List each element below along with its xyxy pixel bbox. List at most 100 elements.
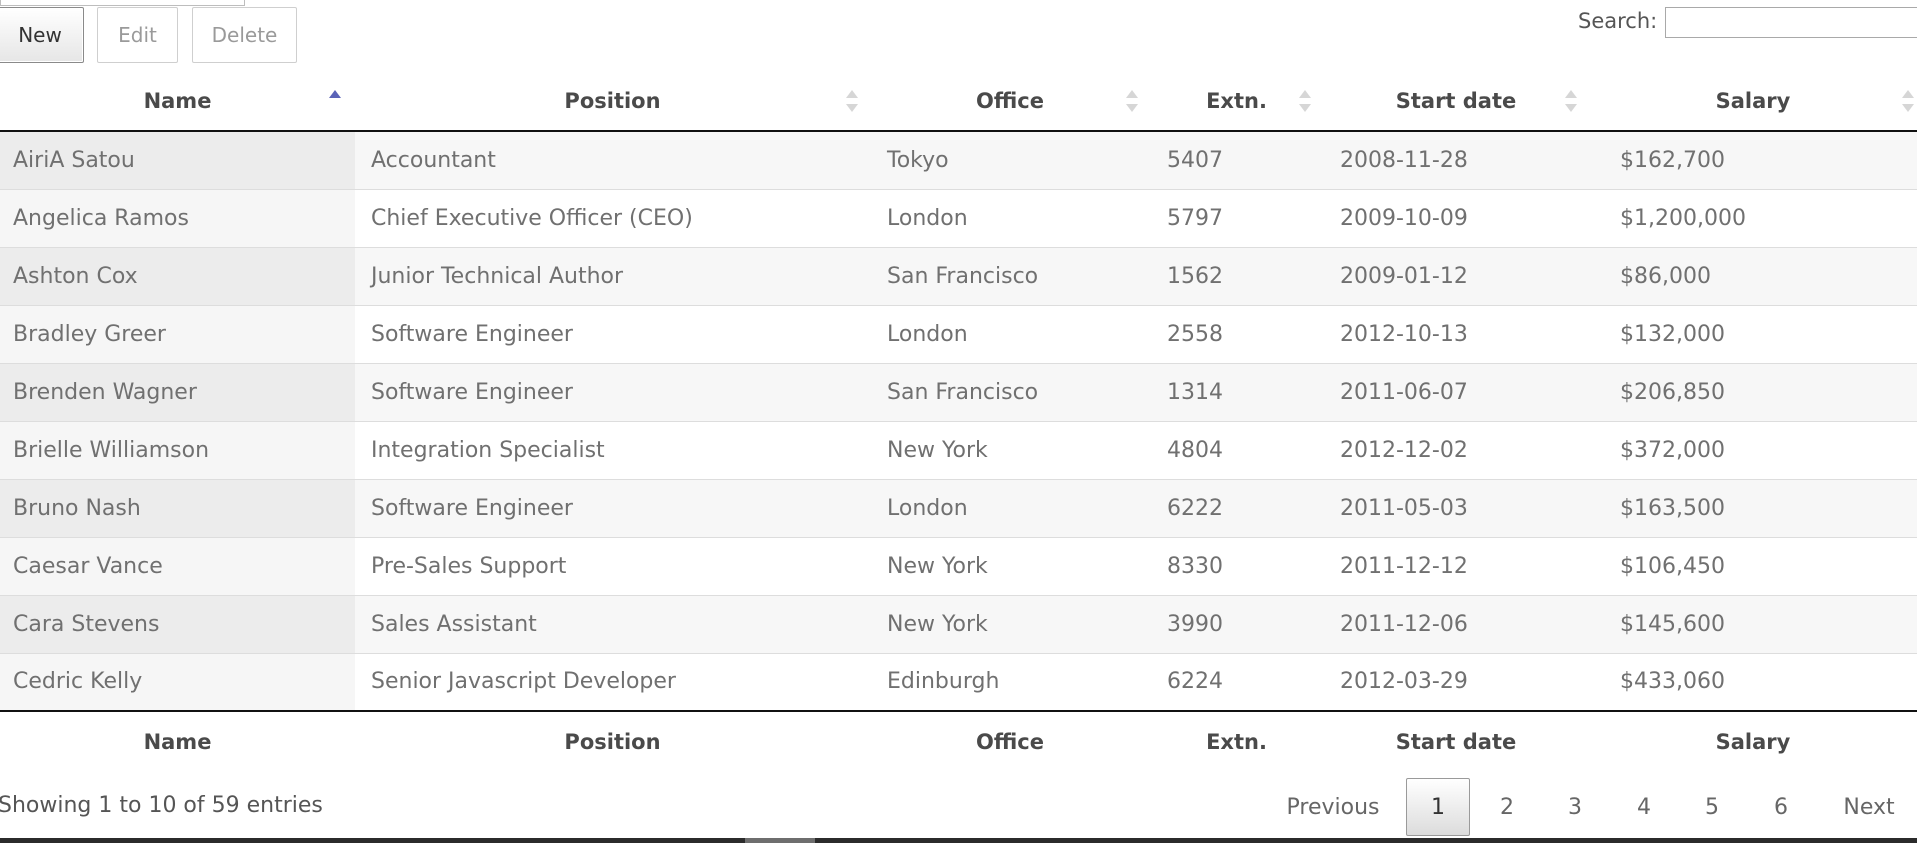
- pagination-page-5[interactable]: 5: [1680, 778, 1744, 836]
- table-row[interactable]: Ashton Cox Junior Technical Author San Fra…: [0, 246, 1917, 305]
- new-button[interactable]: New: [0, 7, 84, 63]
- header-row: Name Position Office Extn. Start date Sa…: [0, 72, 1917, 132]
- cell-start-date: 2012-12-02: [1323, 420, 1589, 479]
- table-body: AiriA Satou Accountant Tokyo 5407 2008-11-28…: [0, 131, 1917, 711]
- column-footer-name: Name: [0, 710, 355, 771]
- column-header-label: Start date: [1395, 89, 1517, 113]
- cell-name: Bruno Nash: [0, 478, 355, 537]
- column-header-office[interactable]: Office: [870, 72, 1150, 132]
- cell-name: Cedric Kelly: [0, 652, 355, 711]
- cell-salary: $145,600: [1589, 594, 1917, 653]
- cell-position: Chief Executive Officer (CEO): [355, 188, 870, 247]
- column-footer-salary: Salary: [1589, 710, 1917, 771]
- table-row[interactable]: AiriA Satou Accountant Tokyo 5407 2008-11-28…: [0, 131, 1917, 189]
- cell-office: New York: [870, 536, 1150, 595]
- cell-office: Edinburgh: [870, 652, 1150, 711]
- cell-extn: 3990: [1150, 594, 1323, 653]
- cell-office: San Francisco: [870, 246, 1150, 305]
- cell-start-date: 2011-12-06: [1323, 594, 1589, 653]
- delete-button[interactable]: Delete: [192, 7, 297, 63]
- cell-position: Software Engineer: [355, 304, 870, 363]
- cell-extn: 5797: [1150, 188, 1323, 247]
- table-row[interactable]: Cara Stevens Sales Assistant New York 3990 2…: [0, 594, 1917, 653]
- table-row[interactable]: Caesar Vance Pre-Sales Support New York 833…: [0, 536, 1917, 595]
- column-footer-extn: Extn.: [1150, 710, 1323, 771]
- table-info-text: Showing 1 to 10 of 59 entries: [0, 793, 323, 818]
- edit-button[interactable]: Edit: [97, 7, 178, 63]
- scrollbar-thumb[interactable]: [745, 838, 815, 843]
- cell-position: Software Engineer: [355, 478, 870, 537]
- pagination-page-2[interactable]: 2: [1475, 778, 1539, 836]
- column-header-label: Name: [143, 89, 212, 113]
- column-header-label: Office: [976, 89, 1044, 113]
- cell-start-date: 2011-12-12: [1323, 536, 1589, 595]
- column-header-label: Salary: [1715, 89, 1791, 113]
- search-label: Search:: [1578, 9, 1658, 33]
- table-row[interactable]: Bruno Nash Software Engineer London 6222 201…: [0, 478, 1917, 537]
- cell-start-date: 2012-03-29: [1323, 652, 1589, 711]
- column-header-position[interactable]: Position: [355, 72, 870, 132]
- cell-extn: 1314: [1150, 362, 1323, 421]
- table-row[interactable]: Brenden Wagner Software Engineer San Franc…: [0, 362, 1917, 421]
- column-footer-office: Office: [870, 710, 1150, 771]
- sort-both-icon: [1126, 90, 1138, 112]
- cell-office: Tokyo: [870, 131, 1150, 189]
- cell-office: New York: [870, 594, 1150, 653]
- pagination-page-4[interactable]: 4: [1612, 778, 1676, 836]
- cell-position: Sales Assistant: [355, 594, 870, 653]
- cell-start-date: 2012-10-13: [1323, 304, 1589, 363]
- cell-salary: $163,500: [1589, 478, 1917, 537]
- column-header-label: Position: [564, 89, 661, 113]
- column-header-name[interactable]: Name: [0, 72, 355, 132]
- column-header-label: Extn.: [1206, 89, 1267, 113]
- cell-position: Junior Technical Author: [355, 246, 870, 305]
- table-row[interactable]: Brielle Williamson Integration Specialist…: [0, 420, 1917, 479]
- horizontal-scrollbar[interactable]: [0, 838, 1917, 843]
- cell-name: Angelica Ramos: [0, 188, 355, 247]
- cell-salary: $86,000: [1589, 246, 1917, 305]
- cell-office: New York: [870, 420, 1150, 479]
- table-row[interactable]: Angelica Ramos Chief Executive Officer (C…: [0, 188, 1917, 247]
- search-input[interactable]: [1665, 7, 1917, 38]
- pagination-previous[interactable]: Previous: [1280, 778, 1386, 836]
- column-footer-start-date: Start date: [1323, 710, 1589, 771]
- cell-salary: $206,850: [1589, 362, 1917, 421]
- cell-salary: $162,700: [1589, 131, 1917, 189]
- pagination-page-1[interactable]: 1: [1406, 778, 1470, 836]
- table-row[interactable]: Cedric Kelly Senior Javascript Developer E…: [0, 652, 1917, 711]
- cell-name: AiriA Satou: [0, 131, 355, 189]
- cell-start-date: 2011-05-03: [1323, 478, 1589, 537]
- pagination-next[interactable]: Next: [1826, 778, 1912, 836]
- column-footer-position: Position: [355, 710, 870, 771]
- cell-extn: 8330: [1150, 536, 1323, 595]
- cell-position: Senior Javascript Developer: [355, 652, 870, 711]
- cell-position: Accountant: [355, 131, 870, 189]
- cell-salary: $106,450: [1589, 536, 1917, 595]
- cell-extn: 2558: [1150, 304, 1323, 363]
- cell-position: Pre-Sales Support: [355, 536, 870, 595]
- footer-row: Name Position Office Extn. Start date Sa…: [0, 710, 1917, 771]
- sort-both-icon: [846, 90, 858, 112]
- cell-office: London: [870, 304, 1150, 363]
- cell-office: San Francisco: [870, 362, 1150, 421]
- cell-name: Bradley Greer: [0, 304, 355, 363]
- cell-office: London: [870, 478, 1150, 537]
- sort-both-icon: [1299, 90, 1311, 112]
- cell-extn: 6224: [1150, 652, 1323, 711]
- column-header-salary[interactable]: Salary: [1589, 72, 1917, 132]
- cell-salary: $433,060: [1589, 652, 1917, 711]
- column-header-start-date[interactable]: Start date: [1323, 72, 1589, 132]
- cell-name: Brenden Wagner: [0, 362, 355, 421]
- cell-extn: 1562: [1150, 246, 1323, 305]
- pagination-page-6[interactable]: 6: [1749, 778, 1813, 836]
- top-input-field[interactable]: [0, 0, 245, 6]
- pagination-page-3[interactable]: 3: [1543, 778, 1607, 836]
- column-header-extn[interactable]: Extn.: [1150, 72, 1323, 132]
- cell-name: Brielle Williamson: [0, 420, 355, 479]
- sort-ascending-icon: [329, 90, 341, 112]
- cell-start-date: 2011-06-07: [1323, 362, 1589, 421]
- table-row[interactable]: Bradley Greer Software Engineer London 2558…: [0, 304, 1917, 363]
- cell-start-date: 2009-10-09: [1323, 188, 1589, 247]
- cell-name: Cara Stevens: [0, 594, 355, 653]
- cell-salary: $132,000: [1589, 304, 1917, 363]
